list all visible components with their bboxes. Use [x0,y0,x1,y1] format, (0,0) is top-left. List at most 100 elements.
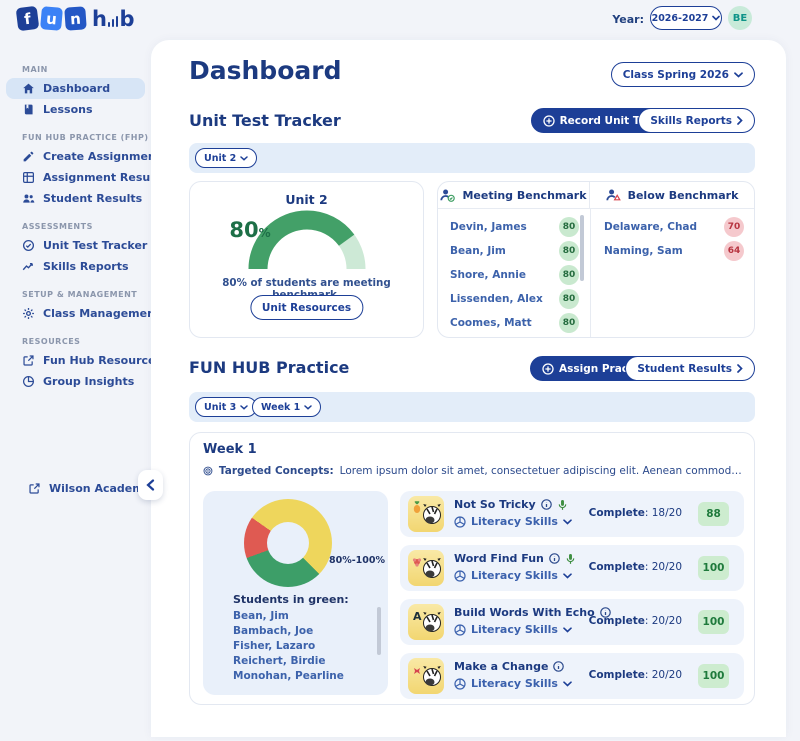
skill-label: Literacy Skills [471,623,558,636]
benchmark-header: Meeting Benchmark Below Benchmark [438,182,754,209]
student-name-link[interactable]: Bean, Jim [450,245,506,257]
activity-score-badge: 100 [698,556,729,580]
skills-wheel-icon [454,516,466,528]
chevron-down-icon [563,573,572,579]
student-name-link[interactable]: Devin, James [450,221,527,233]
practice-unit-selector[interactable]: Unit 3 [195,397,257,417]
year-select[interactable]: 2026-2027 [650,6,722,30]
meeting-list-scrollbar[interactable] [580,215,584,281]
microphone-icon[interactable] [557,499,568,511]
sidebar-item-student-results[interactable]: Student Results [6,188,145,209]
skills-wheel-icon [454,570,466,582]
logo-tile-n: n [64,6,87,30]
top-bar: f u n h b Year: 2026-2027 BE [0,0,800,40]
complete-value: : 20/20 [645,615,682,627]
activity-title: Make a Change [454,660,548,673]
complete-value: : 20/20 [645,561,682,573]
student-name-link[interactable]: Bean, Jim [233,609,344,624]
practice-week-selector[interactable]: Week 1 [252,397,321,417]
skill-label: Literacy Skills [471,677,558,690]
student-name-link[interactable]: Bambach, Joe [233,624,344,639]
chevron-down-icon [712,15,720,21]
student-results-button[interactable]: Student Results [625,356,755,381]
microphone-icon[interactable] [565,553,576,565]
sidebar-item-skills-reports[interactable]: Skills Reports [6,256,145,277]
chevron-right-icon [737,364,743,373]
unit-resources-button[interactable]: Unit Resources [250,295,363,320]
funhub-logo[interactable]: f u n h b [17,7,135,30]
sidebar-collapse-button[interactable] [138,470,163,500]
skills-reports-label: Skills Reports [650,115,732,127]
gauge-percent: 80% [190,218,310,242]
student-name-link[interactable]: Monohan, Pearline [233,669,344,684]
user-avatar[interactable]: BE [728,6,752,30]
sidebar-item-create-assignment[interactable]: Create Assignment [6,146,145,167]
unit-selector[interactable]: Unit 2 [195,148,257,168]
chevron-down-icon [734,72,743,78]
activity-score-badge: 100 [698,664,729,688]
sidebar-item-label: Wilson Academy [49,482,151,495]
sidebar-item-lessons[interactable]: Lessons [6,99,145,120]
student-name-link[interactable]: Shore, Annie [450,269,526,281]
gauge-percent-sign: % [259,226,271,240]
complete-value: : 20/20 [645,669,682,681]
sidebar-item-unit-test-tracker[interactable]: Unit Test Tracker (UTT) [6,235,145,256]
score-badge: 70 [724,217,744,237]
sidebar-item-label: Assignment Results [43,171,166,184]
green-list-scrollbar[interactable] [377,607,381,655]
sidebar-item-class-management[interactable]: Class Management [6,303,145,324]
below-benchmark-header: Below Benchmark [590,182,754,208]
year-label: Year: [612,13,644,26]
sidebar-item-dashboard[interactable]: Dashboard [6,78,145,99]
student-name-link[interactable]: Delaware, Chad [604,221,697,233]
sidebar-item-group-insights[interactable]: Group Insights [6,371,145,392]
gauge-card-title: Unit 2 [190,192,423,207]
info-icon[interactable] [553,661,564,672]
class-selector[interactable]: Class Spring 2026 [611,62,755,87]
practice-unit-label: Unit 3 [204,402,236,413]
table-row: Bean, Jim [450,239,506,263]
activity-thumbnail [408,496,444,532]
sidebar-item-label: Lessons [43,103,93,116]
complete-value: : 18/20 [645,507,682,519]
skill-dropdown[interactable]: Literacy Skills [454,623,572,636]
activity-title: Build Words With Echo [454,606,595,619]
skill-dropdown[interactable]: Literacy Skills [454,515,572,528]
logo-h: h [92,9,107,29]
unit-selector-label: Unit 2 [204,153,236,164]
student-name-link[interactable]: Naming, Sam [604,245,683,257]
skill-dropdown[interactable]: Literacy Skills [454,569,572,582]
sidebar-section-resources: RESOURCES [22,337,151,346]
letter-a-icon: A [413,610,422,623]
list-item-activity: Make a Change Literacy Skills Complete: … [400,653,744,699]
skills-reports-button[interactable]: Skills Reports [638,108,755,133]
sidebar-item-label: Create Assignment [43,150,161,163]
pie-icon [22,375,35,388]
week-title: Week 1 [203,442,257,457]
chevron-down-icon [304,405,312,410]
chevron-right-icon [737,116,743,125]
benchmark-divider [590,209,591,338]
student-name-link[interactable]: Reichert, Birdie [233,654,344,669]
sidebar-item-wilson-academy[interactable]: Wilson Academy [12,478,151,499]
grid-icon [22,171,35,184]
sidebar-section-fhp: FUN HUB PRACTICE (FHP) [22,133,151,142]
partial-score-badge [559,337,579,338]
complete-status: Complete: 18/20 [589,507,682,519]
student-name-link[interactable]: Fisher, Lazaro [233,639,344,654]
info-icon[interactable] [541,499,552,510]
targeted-concepts-label: Targeted Concepts: [219,465,334,477]
student-name-link[interactable]: Coomes, Matt [450,317,532,329]
skill-dropdown[interactable]: Literacy Skills [454,677,572,690]
logo-tile-u: u [40,6,63,31]
skills-wheel-icon [454,624,466,636]
students-in-green-label: Students in green: [233,593,349,606]
sidebar-item-fun-hub-resources[interactable]: Fun Hub Resources [6,350,145,371]
sidebar-item-assignment-results[interactable]: Assignment Results [6,167,145,188]
score-badge: 80 [559,217,579,237]
check-circle-icon [22,239,35,252]
info-icon[interactable] [549,553,560,564]
complete-status: Complete: 20/20 [589,561,682,573]
chevron-down-icon [563,519,572,525]
student-name-link[interactable]: Lissenden, Alex [450,293,543,305]
